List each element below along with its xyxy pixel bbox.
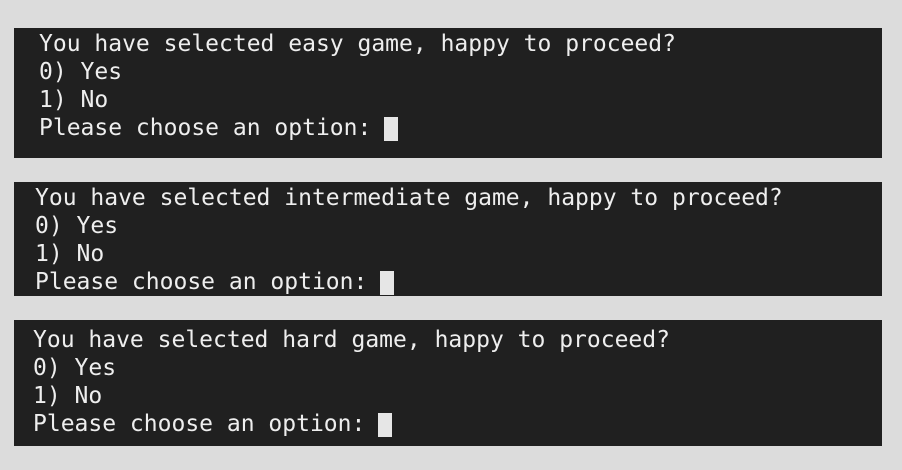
question-text: You have selected intermediate game, hap…: [35, 185, 783, 211]
terminal-panel-intermediate: You have selected intermediate game, hap…: [14, 182, 882, 296]
option-no: 1) No: [35, 241, 105, 267]
prompt-text: Please choose an option:: [33, 411, 366, 437]
prompt-text: Please choose an option:: [39, 115, 372, 141]
question-text: You have selected easy game, happy to pr…: [39, 31, 676, 57]
option-yes: 0) Yes: [33, 355, 117, 381]
question-text: You have selected hard game, happy to pr…: [33, 327, 670, 353]
input-prompt-row[interactable]: Please choose an option:: [33, 410, 882, 438]
text-cursor[interactable]: [384, 117, 399, 141]
input-prompt-row[interactable]: Please choose an option:: [39, 114, 882, 142]
option-yes: 0) Yes: [39, 59, 123, 85]
option-no: 1) No: [33, 383, 103, 409]
prompt-text: Please choose an option:: [35, 269, 368, 295]
text-cursor[interactable]: [380, 271, 395, 295]
option-yes: 0) Yes: [35, 213, 119, 239]
text-cursor[interactable]: [378, 413, 393, 437]
terminal-panel-hard: You have selected hard game, happy to pr…: [14, 320, 882, 446]
terminal-panel-easy: You have selected easy game, happy to pr…: [14, 28, 882, 158]
option-no: 1) No: [39, 87, 109, 113]
input-prompt-row[interactable]: Please choose an option:: [35, 268, 882, 296]
